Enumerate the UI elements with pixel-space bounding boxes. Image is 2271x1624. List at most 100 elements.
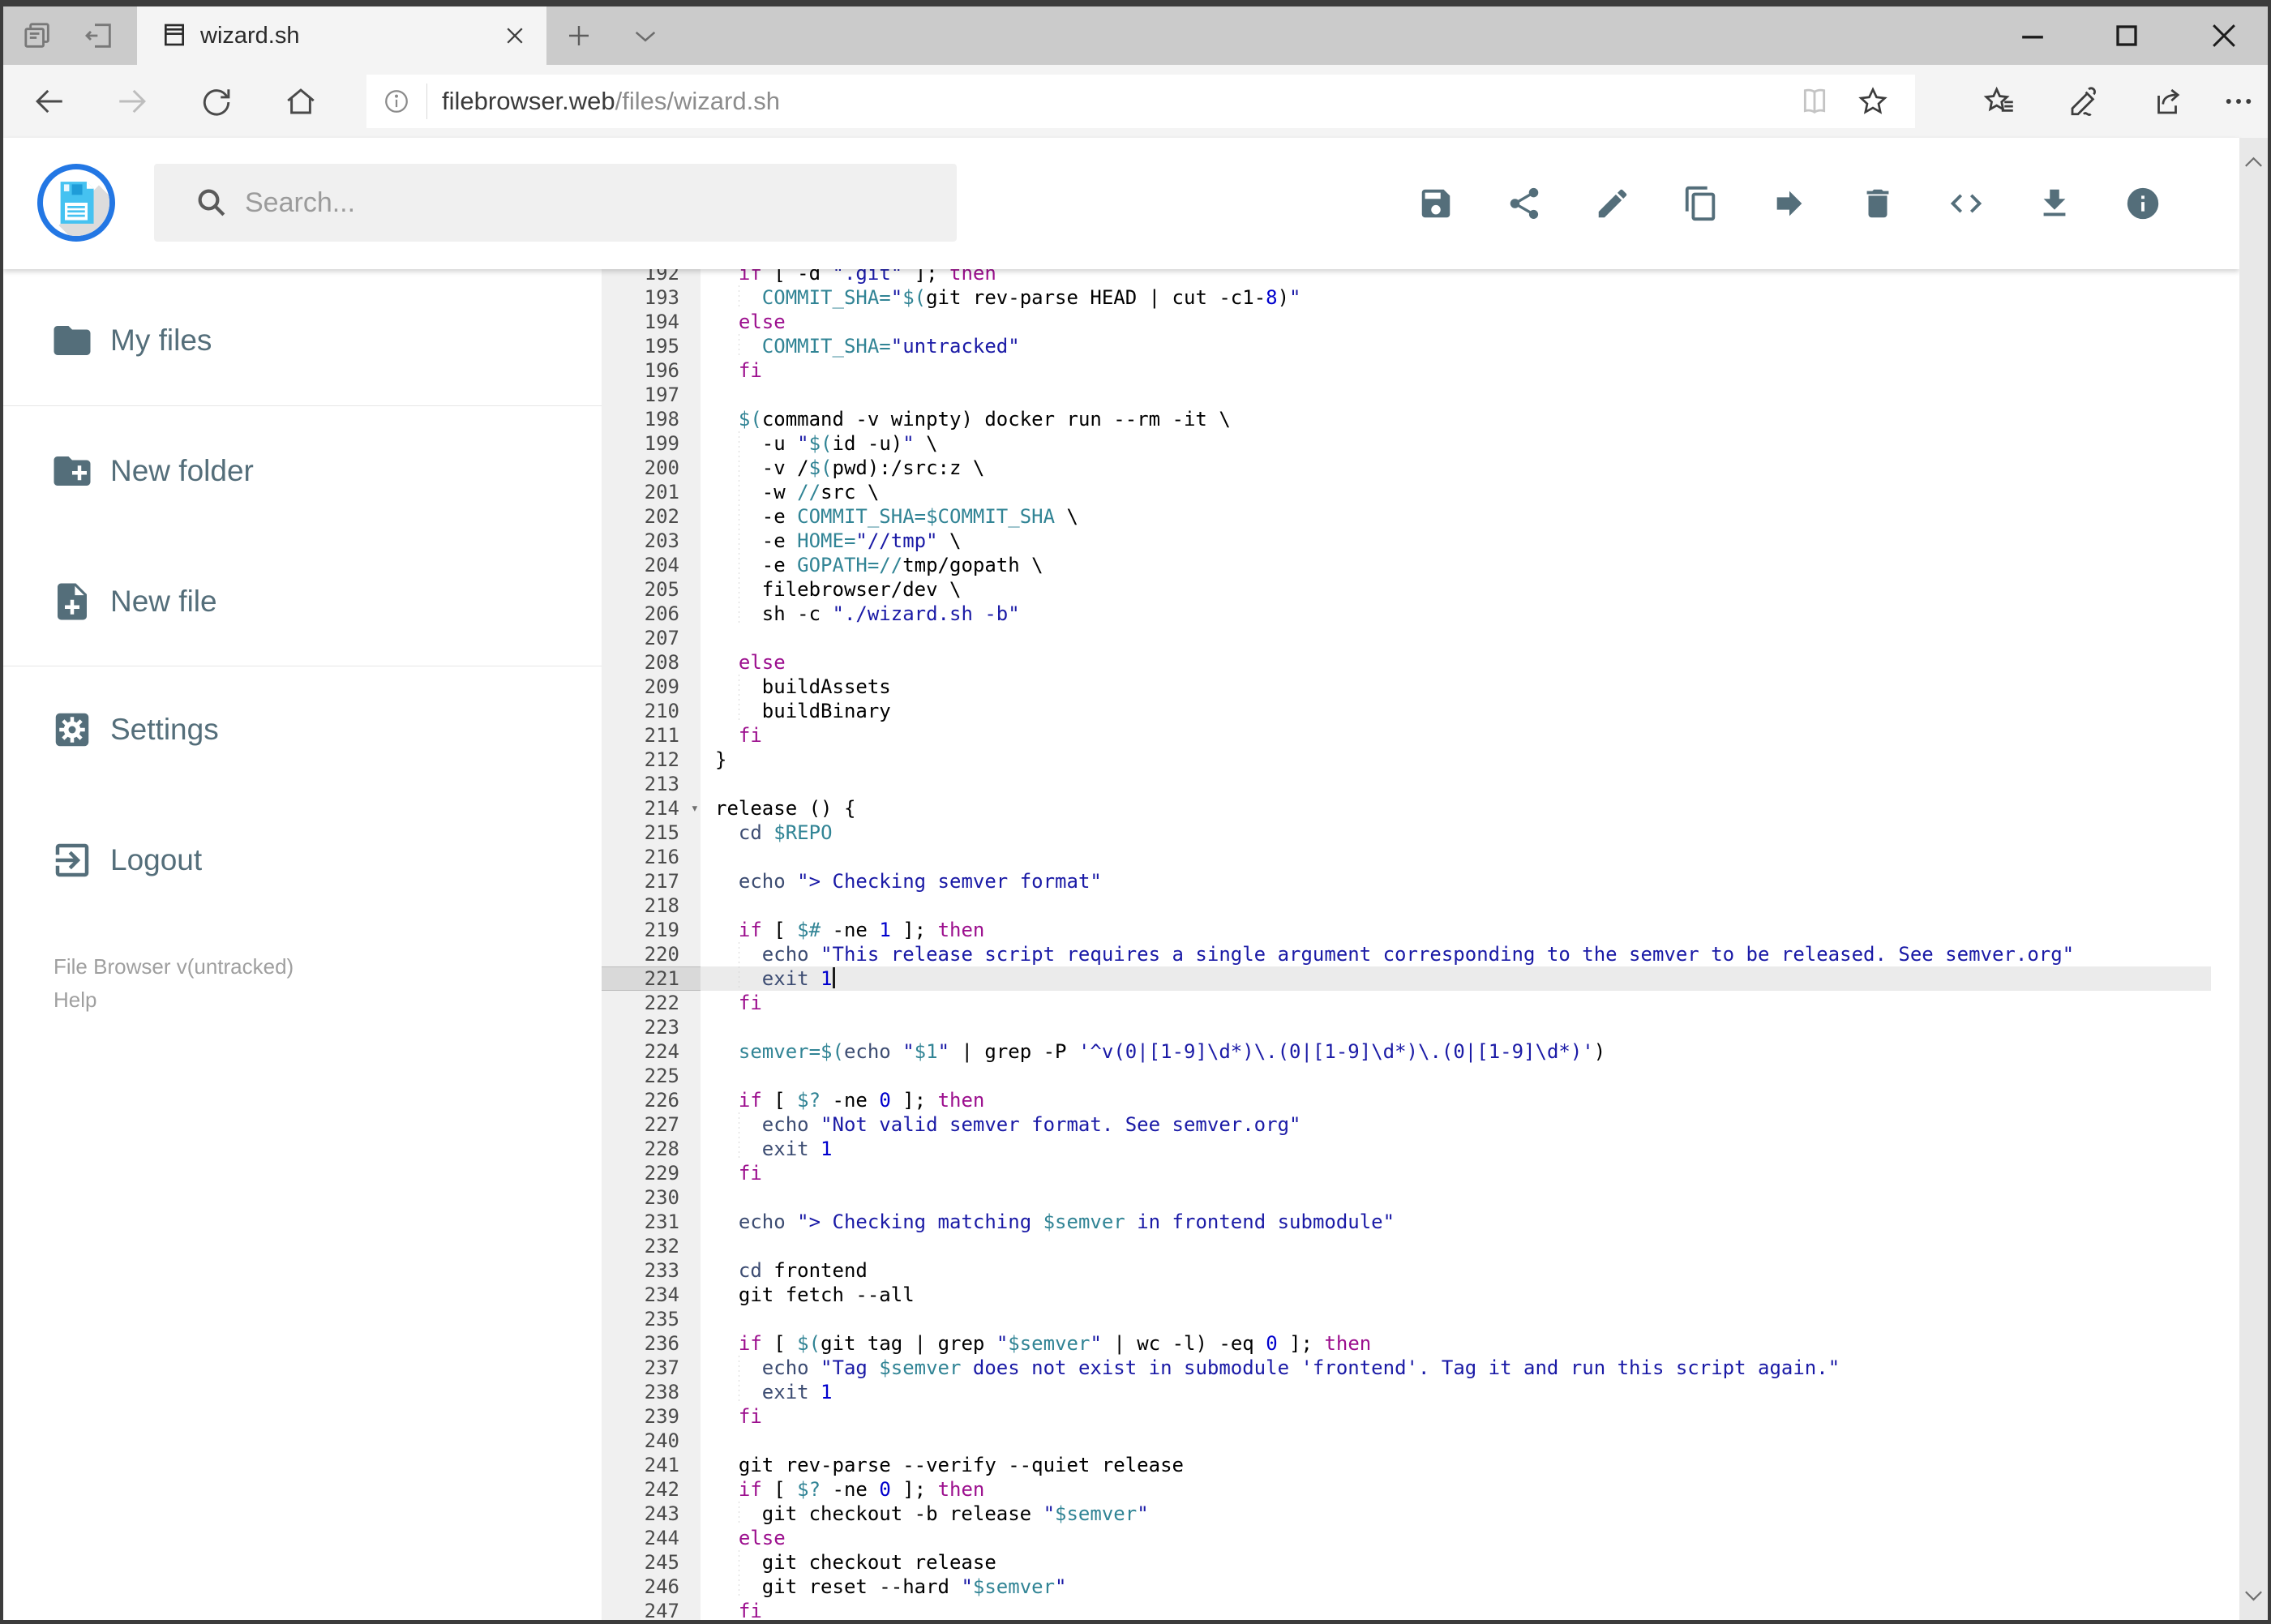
code-line[interactable]: else [602, 650, 2211, 675]
line-number[interactable]: 228 [602, 1137, 701, 1161]
line-number[interactable]: 203 [602, 529, 701, 553]
line-number[interactable]: 231 [602, 1210, 701, 1234]
code-line[interactable] [602, 772, 2211, 796]
tab-close-icon[interactable] [503, 24, 527, 48]
line-number[interactable]: 237 [602, 1356, 701, 1380]
line-number[interactable]: 197 [602, 383, 701, 407]
info-button[interactable] [2124, 185, 2162, 222]
line-number[interactable]: 198 [602, 407, 701, 431]
code-line[interactable]: git checkout -b release "$semver" [602, 1502, 2211, 1526]
line-number[interactable]: 224 [602, 1039, 701, 1064]
line-number[interactable]: 218 [602, 893, 701, 918]
line-number[interactable]: 217 [602, 869, 701, 893]
site-info-icon[interactable] [383, 88, 410, 115]
line-number[interactable]: 199 [602, 431, 701, 456]
line-number[interactable]: 238 [602, 1380, 701, 1404]
line-number[interactable]: 206 [602, 602, 701, 626]
web-note-pen-icon[interactable] [2067, 84, 2101, 118]
code-line[interactable]: -e GOPATH=//tmp/gopath \ [602, 553, 2211, 577]
code-line[interactable] [602, 1307, 2211, 1331]
line-number[interactable]: 208 [602, 650, 701, 675]
line-number[interactable]: 210 [602, 699, 701, 723]
code-line[interactable]: if [ $# -ne 1 ]; then [602, 918, 2211, 942]
more-options-icon[interactable] [2222, 84, 2256, 118]
line-number[interactable]: 242 [602, 1477, 701, 1502]
line-number[interactable]: 192 [602, 269, 701, 285]
code-line[interactable]: fi [602, 1161, 2211, 1185]
code-line[interactable]: fi [602, 991, 2211, 1015]
code-line[interactable]: -u "$(id -u)" \ [602, 431, 2211, 456]
code-line[interactable]: git fetch --all [602, 1283, 2211, 1307]
active-tab[interactable]: wizard.sh [137, 6, 546, 65]
code-line[interactable]: if [ $? -ne 0 ]; then [602, 1088, 2211, 1112]
line-number[interactable]: 209 [602, 675, 701, 699]
line-number[interactable]: 243 [602, 1502, 701, 1526]
code-line[interactable] [602, 893, 2211, 918]
line-number[interactable]: 233 [602, 1258, 701, 1283]
hub-favorites-icon[interactable] [1983, 84, 2017, 118]
code-line[interactable]: -v /$(pwd):/src:z \ [602, 456, 2211, 480]
code-line[interactable] [602, 1234, 2211, 1258]
code-line[interactable]: if [ -d ".git" ]; then [602, 269, 2211, 285]
home-icon[interactable] [284, 84, 318, 118]
line-number[interactable]: 213 [602, 772, 701, 796]
line-number[interactable]: 216 [602, 845, 701, 869]
code-line[interactable]: cd $REPO [602, 821, 2211, 845]
line-number[interactable]: 220 [602, 942, 701, 966]
restore-tabs-icon[interactable] [83, 19, 115, 52]
code-view-button[interactable] [1947, 185, 1985, 222]
code-line[interactable]: echo "Tag $semver does not exist in subm… [602, 1356, 2211, 1380]
maximize-button[interactable] [2109, 18, 2145, 54]
share-button[interactable] [1506, 185, 1543, 222]
page-scrollbar[interactable] [2239, 138, 2268, 1620]
line-number[interactable]: 234 [602, 1283, 701, 1307]
code-line[interactable]: if [ $(git tag | grep "$semver" | wc -l)… [602, 1331, 2211, 1356]
help-link[interactable]: Help [54, 988, 96, 1013]
code-line[interactable]: } [602, 748, 2211, 772]
code-line[interactable]: fi [602, 1404, 2211, 1429]
line-number[interactable]: 201 [602, 480, 701, 504]
close-button[interactable] [2206, 18, 2242, 54]
code-line[interactable]: COMMIT_SHA="untracked" [602, 334, 2211, 358]
back-icon[interactable] [32, 84, 66, 118]
code-line[interactable]: echo "> Checking matching $semver in fro… [602, 1210, 2211, 1234]
code-editor[interactable]: if [ -d ".git" ]; then COMMIT_SHA="$(git… [602, 269, 2211, 1620]
line-number[interactable]: 230 [602, 1185, 701, 1210]
line-number[interactable]: 205 [602, 577, 701, 602]
search-input[interactable] [243, 186, 928, 220]
url-field[interactable]: filebrowser.web/files/wizard.sh [366, 75, 1915, 128]
tab-preview-chevron-icon[interactable] [632, 24, 659, 49]
filebrowser-logo[interactable] [37, 164, 115, 242]
code-line[interactable]: fi [602, 723, 2211, 748]
line-number[interactable]: 219 [602, 918, 701, 942]
line-number[interactable]: 221 [602, 966, 701, 991]
scroll-up-icon[interactable] [2242, 152, 2265, 172]
line-number[interactable]: 195 [602, 334, 701, 358]
line-number[interactable]: 215 [602, 821, 701, 845]
code-line[interactable] [602, 1185, 2211, 1210]
line-number[interactable]: 194 [602, 310, 701, 334]
line-number[interactable]: 240 [602, 1429, 701, 1453]
fold-arrow-icon[interactable]: ▾ [691, 796, 699, 821]
line-number[interactable]: 241 [602, 1453, 701, 1477]
code-line[interactable]: exit 1 [602, 1380, 2211, 1404]
line-number[interactable]: 204 [602, 553, 701, 577]
code-line[interactable]: git reset --hard "$semver" [602, 1575, 2211, 1599]
search-bar[interactable] [154, 164, 957, 242]
line-number[interactable]: 207 [602, 626, 701, 650]
move-button[interactable] [1771, 185, 1808, 222]
code-line[interactable]: fi [602, 358, 2211, 383]
code-line[interactable]: git rev-parse --verify --quiet release [602, 1453, 2211, 1477]
line-number[interactable]: 244 [602, 1526, 701, 1550]
favorite-star-icon[interactable] [1857, 85, 1889, 118]
code-line[interactable]: release () { [602, 796, 2211, 821]
forward-icon[interactable] [115, 84, 149, 118]
share-icon[interactable] [2150, 84, 2184, 118]
code-line[interactable] [602, 626, 2211, 650]
code-line[interactable]: echo "Not valid semver format. See semve… [602, 1112, 2211, 1137]
code-line[interactable]: if [ $? -ne 0 ]; then [602, 1477, 2211, 1502]
code-line[interactable]: else [602, 1526, 2211, 1550]
code-line[interactable]: COMMIT_SHA="$(git rev-parse HEAD | cut -… [602, 285, 2211, 310]
code-line[interactable]: filebrowser/dev \ [602, 577, 2211, 602]
line-number[interactable]: 214 ▾ [602, 796, 701, 821]
